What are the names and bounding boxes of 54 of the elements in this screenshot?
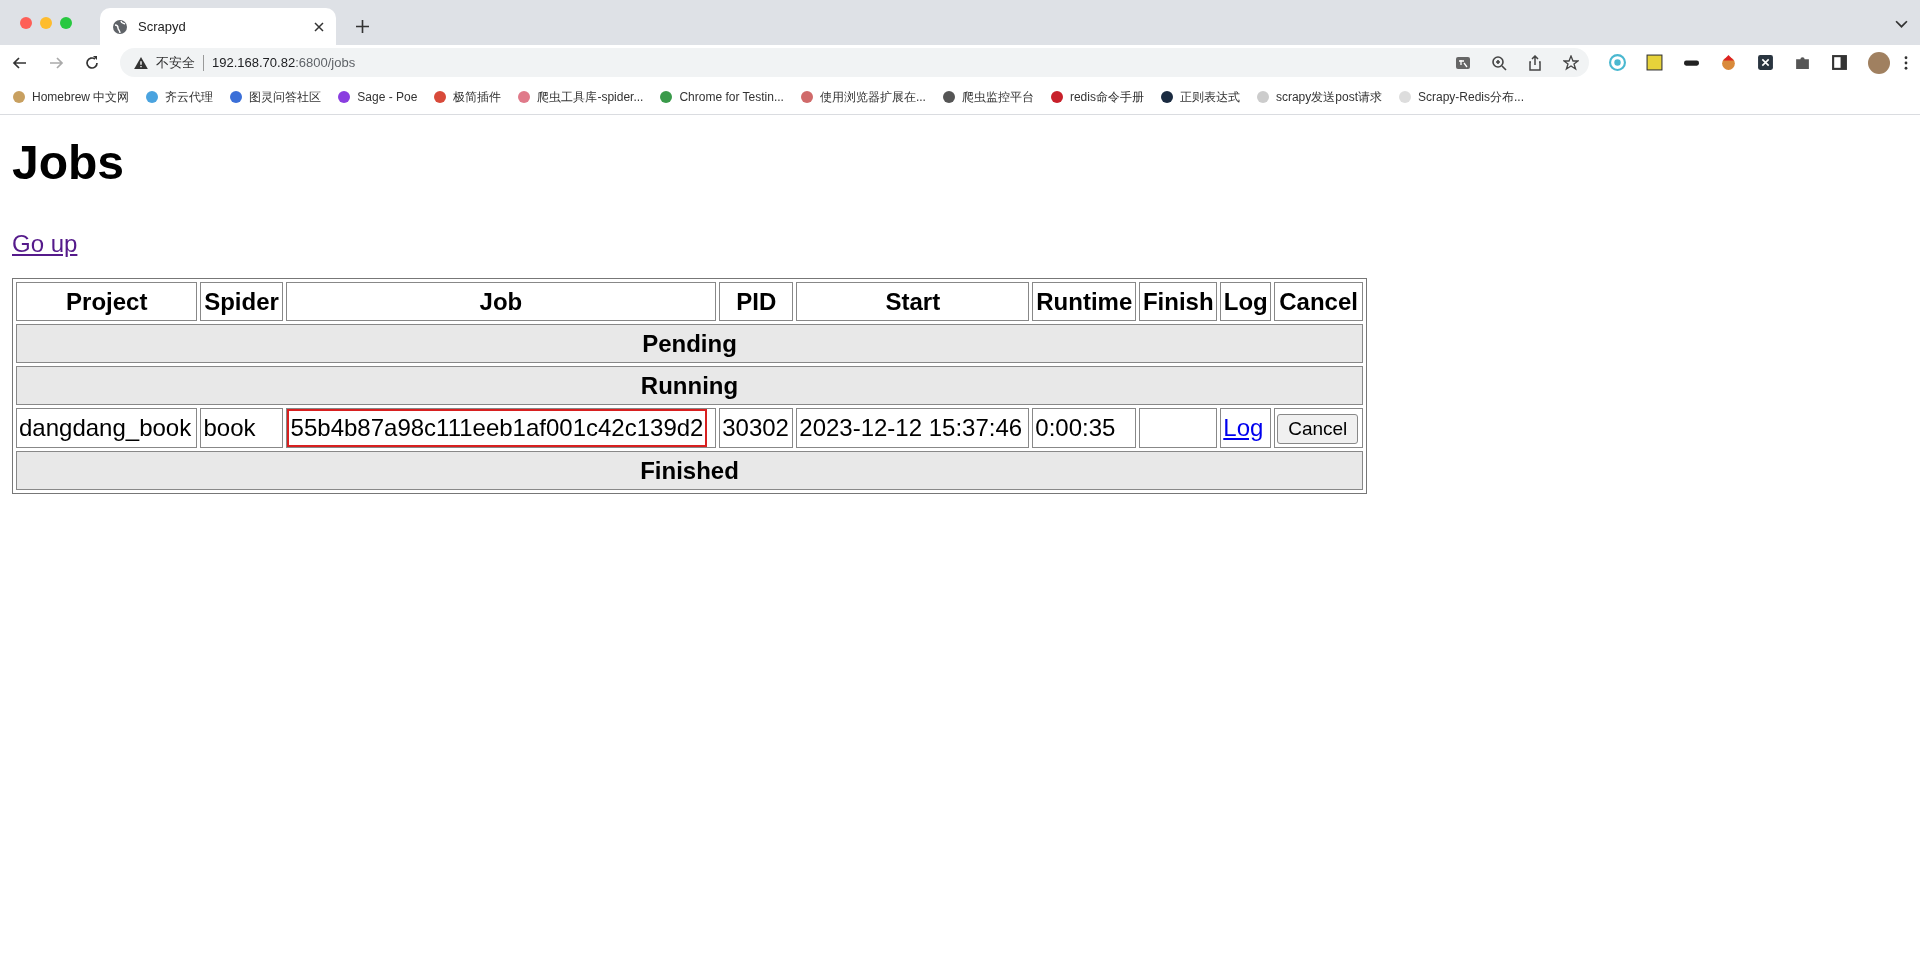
reload-icon[interactable] [84, 54, 100, 71]
bookmark[interactable]: 爬虫监控平台 [941, 88, 1034, 106]
column-header: Project [16, 282, 198, 321]
bookmark[interactable]: 正则表达式 [1159, 88, 1240, 106]
section-header: Finished [16, 451, 1363, 490]
translate-icon[interactable] [1455, 54, 1471, 71]
column-header: Cancel [1274, 282, 1363, 321]
x-extension-icon[interactable] [1757, 54, 1774, 71]
column-header: Start [796, 282, 1030, 321]
globe-icon [112, 18, 128, 35]
column-header: Job [285, 282, 717, 321]
back-icon[interactable] [12, 54, 28, 71]
warning-icon [134, 56, 148, 69]
go-up-link[interactable]: Go up [12, 230, 78, 257]
table-cell: dangdang_book [16, 408, 198, 448]
plus-icon[interactable] [356, 20, 369, 33]
share-icon[interactable] [1527, 54, 1543, 71]
star-icon[interactable] [1563, 54, 1579, 71]
tab-title: Scrapyd [138, 19, 187, 34]
bookmark[interactable]: 使用浏览器扩展在... [799, 88, 926, 106]
avatar[interactable] [1868, 51, 1890, 74]
close-icon[interactable] [314, 21, 324, 32]
url-text: 192.168.70.82:6800/jobs [212, 55, 356, 70]
column-header: Runtime [1032, 282, 1137, 321]
address-bar[interactable]: 不安全 192.168.70.82:6800/jobs [120, 48, 1589, 77]
security-label: 不安全 [156, 53, 195, 72]
column-header: Log [1220, 282, 1272, 321]
zoom-in-icon[interactable] [1491, 54, 1507, 71]
table-cell: 0:00:35 [1032, 408, 1137, 448]
bookmark[interactable]: 爬虫工具库-spider... [517, 88, 644, 106]
bookmark[interactable]: redis命令手册 [1049, 88, 1144, 106]
section-header: Running [16, 366, 1363, 405]
column-header: Finish [1139, 282, 1218, 321]
bookmark[interactable]: Homebrew 中文网 [12, 88, 130, 106]
column-header: PID [719, 282, 794, 321]
bookmark[interactable]: Sage - Poe [337, 90, 418, 104]
section-header: Pending [16, 324, 1363, 363]
bookmark[interactable]: Chrome for Testin... [659, 90, 784, 104]
table-cell: 30302 [719, 408, 794, 448]
column-header: Spider [200, 282, 283, 321]
side-panel-icon[interactable] [1831, 54, 1848, 71]
bookmark[interactable]: Scrapy-Redis分布... [1398, 88, 1524, 106]
chevron-down-icon[interactable] [1895, 20, 1908, 29]
table-cell: book [200, 408, 283, 448]
bookmark[interactable]: scrapy发送post请求 [1255, 88, 1382, 106]
bookmark[interactable]: 图灵问答社区 [229, 88, 322, 106]
bookmark[interactable]: 极简插件 [433, 88, 502, 106]
job-id: 55b4b87a98c111eeb1af001c42c139d2 [286, 409, 708, 447]
page-title: Jobs [12, 135, 126, 190]
table-cell: 2023-12-12 15:37:46 [796, 408, 1030, 448]
browser-tab[interactable]: Scrapyd [100, 8, 336, 45]
bookmark[interactable]: 齐云代理 [145, 88, 214, 106]
cancel-button[interactable]: Cancel [1277, 413, 1359, 444]
more-icon[interactable] [1904, 55, 1908, 70]
